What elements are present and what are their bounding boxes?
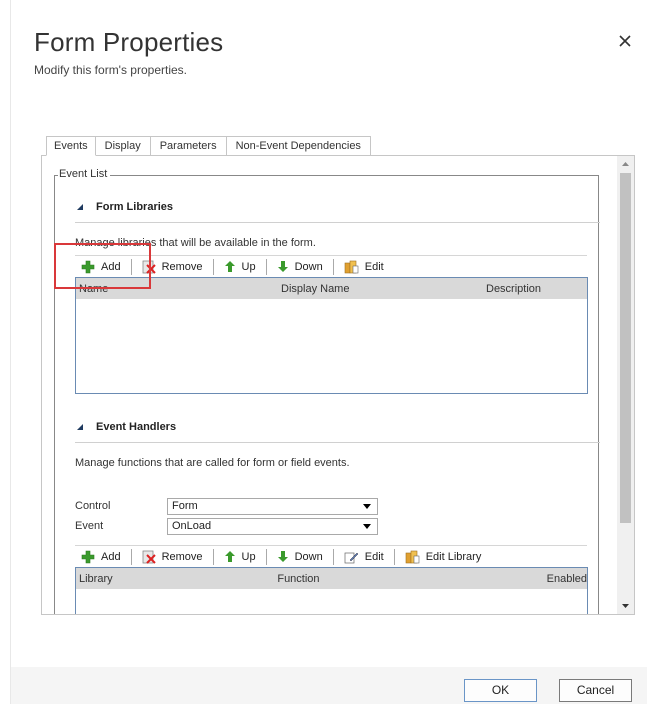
column-header-display-name[interactable]: Display Name bbox=[281, 283, 486, 295]
tab-strip: Events Display Parameters Non-Event Depe… bbox=[46, 136, 371, 156]
cancel-button[interactable]: Cancel bbox=[559, 679, 632, 702]
move-up-handler-label: Up bbox=[241, 550, 256, 563]
move-up-library-button[interactable]: Up bbox=[218, 257, 262, 277]
event-handlers-toolbar: Add Remove Up Down Edit Edit Library bbox=[75, 545, 587, 567]
tab-events[interactable]: Events bbox=[46, 136, 96, 156]
highlight-box bbox=[54, 243, 151, 289]
control-select-value: Form bbox=[172, 500, 198, 512]
remove-handler-label: Remove bbox=[161, 550, 203, 563]
move-down-handler-label: Down bbox=[294, 550, 323, 563]
dropdown-caret-icon bbox=[363, 504, 371, 509]
remove-icon bbox=[142, 550, 156, 564]
event-select-value: OnLoad bbox=[172, 520, 212, 532]
form-libraries-header[interactable]: Form Libraries bbox=[77, 201, 173, 213]
edit-library-handler-button[interactable]: Edit Library bbox=[399, 547, 488, 567]
collapse-triangle-icon bbox=[77, 424, 83, 430]
event-handlers-description: Manage functions that are called for for… bbox=[75, 457, 350, 469]
control-select[interactable]: Form bbox=[167, 498, 378, 515]
form-libraries-grid[interactable]: Name Display Name Description bbox=[75, 277, 588, 394]
close-button[interactable] bbox=[618, 34, 632, 48]
library-edit-icon bbox=[405, 550, 420, 563]
event-list-legend: Event List bbox=[58, 168, 111, 180]
move-up-library-label: Up bbox=[241, 260, 256, 273]
dialog-left-border bbox=[10, 0, 11, 704]
toolbar-separator bbox=[265, 258, 267, 275]
control-label: Control bbox=[75, 500, 111, 512]
event-handlers-heading: Event Handlers bbox=[96, 421, 177, 433]
form-libraries-toolbar: Add Remove Up Down Edit bbox=[75, 255, 587, 277]
toolbar-separator bbox=[332, 548, 334, 565]
section-divider bbox=[75, 222, 600, 223]
toolbar-separator bbox=[130, 548, 132, 565]
section-divider bbox=[75, 442, 600, 443]
tab-parameters[interactable]: Parameters bbox=[149, 136, 227, 156]
dialog-footer bbox=[11, 667, 647, 704]
event-handlers-header[interactable]: Event Handlers bbox=[77, 421, 176, 433]
form-libraries-heading: Form Libraries bbox=[96, 201, 174, 213]
column-header-function[interactable]: Function bbox=[277, 573, 478, 585]
close-icon bbox=[619, 35, 631, 47]
grid-header: Name Display Name Description bbox=[76, 278, 587, 299]
event-label: Event bbox=[75, 520, 104, 532]
add-handler-button[interactable]: Add bbox=[75, 547, 127, 567]
vertical-scrollbar[interactable] bbox=[617, 156, 634, 614]
event-list-fieldset: Event List Form Libraries Manage librari… bbox=[54, 168, 600, 614]
grid-header: Library Function Enabled bbox=[76, 568, 587, 589]
arrow-up-icon bbox=[224, 551, 235, 562]
column-header-enabled[interactable]: Enabled bbox=[479, 573, 587, 585]
move-up-handler-button[interactable]: Up bbox=[218, 547, 262, 567]
remove-handler-button[interactable]: Remove bbox=[136, 547, 209, 567]
collapse-triangle-icon bbox=[77, 204, 83, 210]
move-down-library-button[interactable]: Down bbox=[271, 257, 329, 277]
tab-non-event-dependencies[interactable]: Non-Event Dependencies bbox=[225, 136, 371, 156]
edit-library-handler-label: Edit Library bbox=[425, 550, 482, 563]
column-header-description[interactable]: Description bbox=[486, 283, 587, 295]
edit-library-button[interactable]: Edit bbox=[338, 257, 390, 277]
dropdown-caret-icon bbox=[363, 524, 371, 529]
move-down-library-label: Down bbox=[294, 260, 323, 273]
event-handlers-grid[interactable]: Library Function Enabled bbox=[75, 567, 588, 614]
move-down-handler-button[interactable]: Down bbox=[271, 547, 329, 567]
tab-display[interactable]: Display bbox=[94, 136, 151, 156]
dialog-subtitle: Modify this form's properties. bbox=[34, 63, 188, 77]
edit-handler-label: Edit bbox=[364, 550, 384, 563]
scroll-down-arrow-icon bbox=[622, 604, 629, 608]
toolbar-separator bbox=[212, 548, 214, 565]
add-icon bbox=[81, 550, 95, 563]
arrow-down-icon bbox=[277, 261, 288, 272]
scroll-up-arrow-icon bbox=[622, 162, 629, 166]
dialog-title: Form Properties bbox=[34, 27, 224, 57]
add-handler-label: Add bbox=[101, 550, 121, 563]
column-header-library[interactable]: Library bbox=[76, 573, 277, 585]
ok-button[interactable]: OK bbox=[464, 679, 537, 702]
toolbar-separator bbox=[265, 548, 267, 565]
scroll-up-button[interactable] bbox=[617, 156, 634, 173]
arrow-down-icon bbox=[277, 551, 288, 562]
remove-library-label: Remove bbox=[161, 260, 203, 273]
edit-handler-button[interactable]: Edit bbox=[338, 547, 390, 567]
edit-pencil-icon bbox=[344, 552, 359, 563]
toolbar-separator bbox=[332, 258, 334, 275]
events-tab-panel: Event List Form Libraries Manage librari… bbox=[41, 155, 635, 615]
scrollbar-thumb[interactable] bbox=[620, 173, 631, 523]
edit-library-label: Edit bbox=[364, 260, 384, 273]
arrow-up-icon bbox=[224, 261, 235, 272]
library-edit-icon bbox=[344, 260, 359, 273]
scroll-down-button[interactable] bbox=[617, 597, 634, 614]
toolbar-separator bbox=[393, 548, 395, 565]
toolbar-separator bbox=[212, 258, 214, 275]
event-select[interactable]: OnLoad bbox=[167, 518, 378, 535]
